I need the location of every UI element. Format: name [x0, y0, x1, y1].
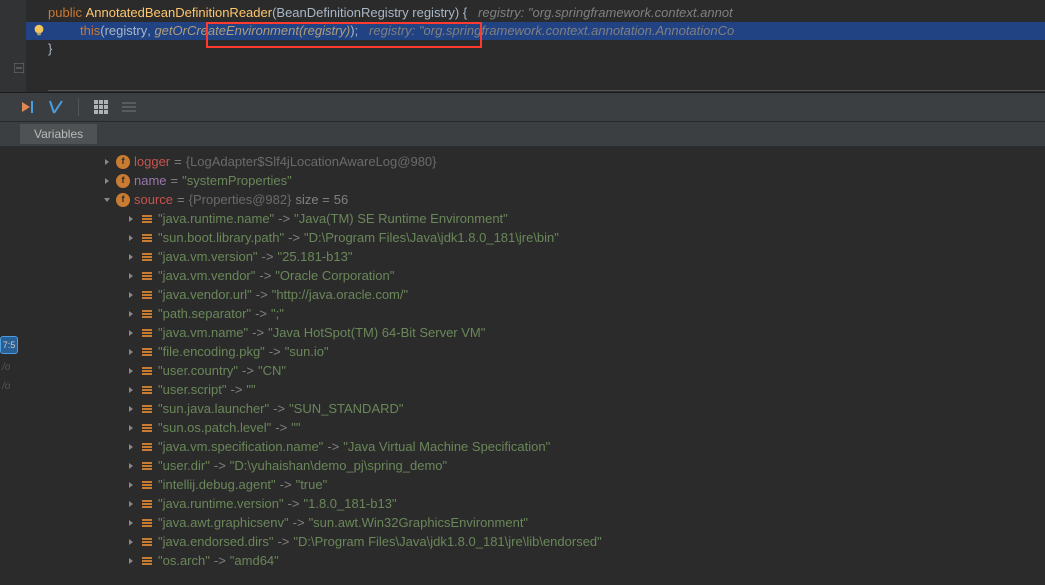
field-icon: f [116, 174, 130, 188]
gutter [0, 0, 26, 92]
map-entry-row[interactable]: "java.endorsed.dirs" -> "D:\Program File… [102, 532, 1045, 551]
map-entry-row[interactable]: "sun.os.patch.level" -> "" [102, 418, 1045, 437]
property-icon [140, 364, 154, 378]
property-icon [140, 459, 154, 473]
show-exec-point-icon[interactable] [20, 99, 36, 115]
field-icon: f [116, 193, 130, 207]
fold-icon[interactable] [14, 60, 24, 70]
field-icon: f [116, 155, 130, 169]
method-call: getOrCreateEnvironment [154, 22, 299, 40]
debug-variables-pane[interactable]: 7:5 /o /o flogger = {LogAdapter$Slf4jLoc… [0, 146, 1045, 585]
property-icon [140, 231, 154, 245]
property-icon [140, 307, 154, 321]
variables-tab-bar: Variables [0, 122, 1045, 146]
map-entry-row[interactable]: "java.vm.specification.name" -> "Java Vi… [102, 437, 1045, 456]
property-icon [140, 288, 154, 302]
property-icon [140, 478, 154, 492]
property-icon [140, 440, 154, 454]
map-entry-row[interactable]: "file.encoding.pkg" -> "sun.io" [102, 342, 1045, 361]
variable-row-expanded[interactable]: fsource = {Properties@982} size = 56 [102, 190, 1045, 209]
property-icon [140, 554, 154, 568]
variables-tab[interactable]: Variables [20, 124, 97, 144]
property-icon [140, 535, 154, 549]
bulb-icon[interactable] [32, 23, 46, 37]
map-entry-row[interactable]: "intellij.debug.agent" -> "true" [102, 475, 1045, 494]
map-entry-row[interactable]: "user.dir" -> "D:\yuhaishan\demo_pj\spri… [102, 456, 1045, 475]
map-entry-row[interactable]: "java.vm.vendor" -> "Oracle Corporation" [102, 266, 1045, 285]
property-icon [140, 516, 154, 530]
property-icon [140, 497, 154, 511]
map-entry-row[interactable]: "java.runtime.version" -> "1.8.0_181-b13… [102, 494, 1045, 513]
property-icon [140, 250, 154, 264]
property-icon [140, 402, 154, 416]
property-icon [140, 345, 154, 359]
code-line[interactable]: public AnnotatedBeanDefinitionReader ( B… [48, 4, 1045, 22]
list-view-icon[interactable] [121, 99, 137, 115]
debug-toolbar [0, 92, 1045, 122]
map-entry-row[interactable]: "java.vendor.url" -> "http://java.oracle… [102, 285, 1045, 304]
inline-hint: registry: "org.springframework.context.a… [369, 22, 734, 40]
property-icon [140, 383, 154, 397]
frames-strip: 7:5 /o /o [0, 296, 18, 585]
map-entry-row[interactable]: "path.separator" -> ";" [102, 304, 1045, 323]
map-entry-row[interactable]: "user.country" -> "CN" [102, 361, 1045, 380]
breakpoint-badge[interactable]: 7:5 [0, 336, 18, 354]
property-icon [140, 421, 154, 435]
map-entry-row[interactable]: "sun.boot.library.path" -> "D:\Program F… [102, 228, 1045, 247]
property-icon [140, 212, 154, 226]
map-entry-row[interactable]: "user.script" -> "" [102, 380, 1045, 399]
separator [78, 98, 79, 116]
code-line[interactable]: } [48, 40, 1045, 58]
separator [48, 90, 1045, 91]
map-entry-row[interactable]: "sun.java.launcher" -> "SUN_STANDARD" [102, 399, 1045, 418]
code-line-highlighted[interactable]: this ( registry , getOrCreateEnvironment… [0, 22, 1045, 40]
variable-row[interactable]: flogger = {LogAdapter$Slf4jLocationAware… [102, 152, 1045, 171]
table-view-icon[interactable] [93, 99, 109, 115]
property-icon [140, 269, 154, 283]
map-entry-row[interactable]: "java.vm.name" -> "Java HotSpot(TM) 64-B… [102, 323, 1045, 342]
inline-hint: registry: "org.springframework.context.a… [478, 4, 733, 22]
map-entry-row[interactable]: "java.vm.version" -> "25.181-b13" [102, 247, 1045, 266]
step-icon[interactable] [48, 99, 64, 115]
map-entry-row[interactable]: "java.runtime.name" -> "Java(TM) SE Runt… [102, 209, 1045, 228]
variable-row[interactable]: fname = "systemProperties" [102, 171, 1045, 190]
keyword: this [80, 22, 100, 40]
keyword: public [48, 4, 82, 22]
map-entry-row[interactable]: "java.awt.graphicsenv" -> "sun.awt.Win32… [102, 513, 1045, 532]
map-entry-row[interactable]: "os.arch" -> "amd64" [102, 551, 1045, 570]
method-name: AnnotatedBeanDefinitionReader [86, 4, 272, 22]
property-icon [140, 326, 154, 340]
code-editor[interactable]: public AnnotatedBeanDefinitionReader ( B… [0, 0, 1045, 92]
